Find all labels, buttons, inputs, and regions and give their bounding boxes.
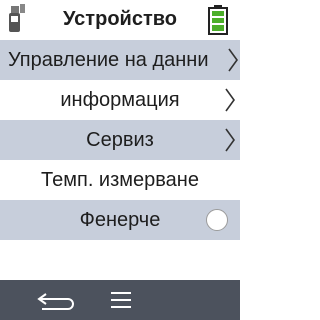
bottom-nav-bar [0,280,240,320]
hamburger-menu-icon[interactable] [108,288,134,312]
menu-item-label: Управление на данни [8,49,209,71]
menu-item-label: Сервиз [86,129,154,151]
header-bar: Устройство [0,0,240,40]
menu-item-flashlight[interactable]: Фенерче [0,200,240,240]
back-arrow-icon[interactable] [34,286,78,314]
battery-full-icon [208,5,228,35]
menu-item-label: информация [60,89,180,111]
menu-item-service[interactable]: Сервиз [0,120,240,160]
settings-menu: Управление на данни информация Сервиз Те… [0,40,240,240]
menu-item-information[interactable]: информация [0,80,240,120]
menu-item-temp-measurement[interactable]: Темп. измерване [0,160,240,200]
menu-item-label: Фенерче [79,209,161,231]
page-title: Устройство [63,8,177,30]
menu-item-label: Темп. измерване [41,169,199,191]
chevron-right-icon [224,47,240,73]
chevron-right-icon [225,88,235,112]
flashlight-toggle[interactable] [206,209,228,231]
menu-item-data-management[interactable]: Управление на данни [0,40,240,80]
chevron-right-icon [225,128,235,152]
